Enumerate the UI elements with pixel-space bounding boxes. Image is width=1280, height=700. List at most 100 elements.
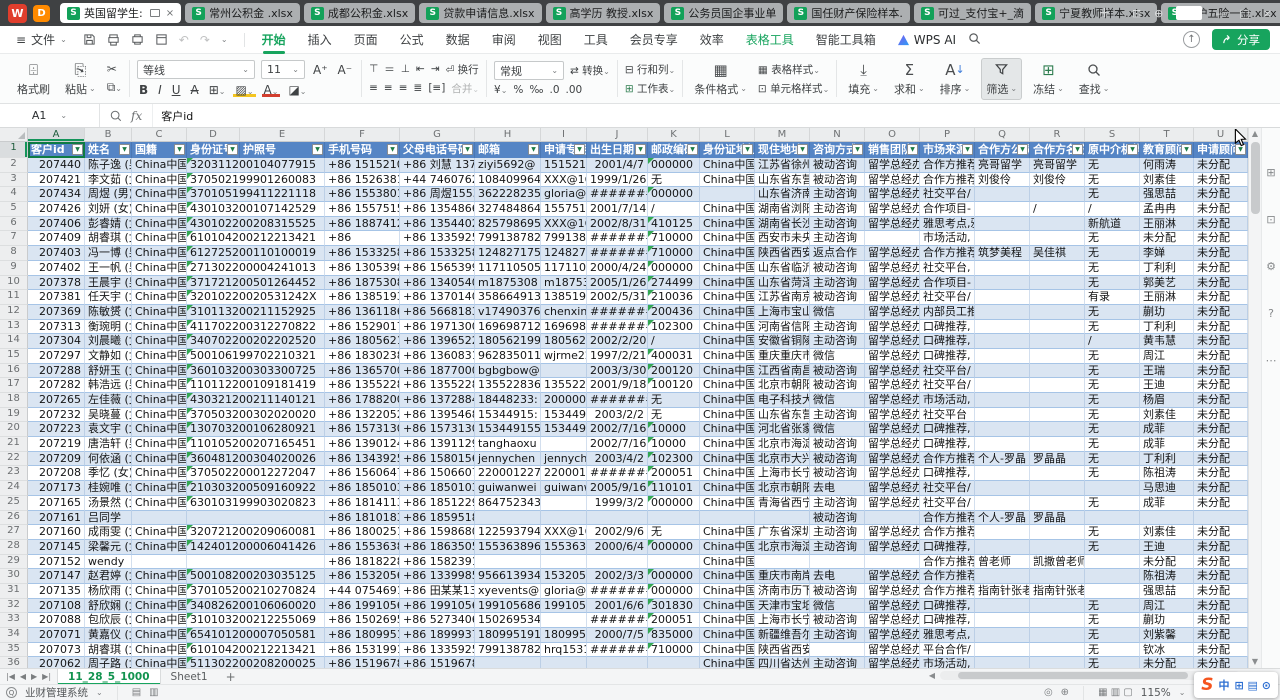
filter-dropdown-button[interactable]: ▼ xyxy=(528,144,539,155)
cell[interactable]: 2002/7/16 xyxy=(587,437,648,452)
column-letter-M[interactable]: M xyxy=(755,128,810,142)
cell[interactable]: China中国 xyxy=(700,422,755,437)
cell[interactable]: 李婵 xyxy=(1140,246,1194,261)
cell[interactable]: China中国 xyxy=(700,217,755,232)
cell[interactable]: 被动咨询 xyxy=(810,437,865,452)
cell[interactable]: 117110505 xyxy=(541,261,587,276)
cell[interactable]: 成雨雯 (女 xyxy=(85,525,132,540)
cell[interactable]: +86 1850103098 xyxy=(400,481,475,496)
cell[interactable]: 社交平台/ xyxy=(920,364,975,379)
cell[interactable]: 未分配 xyxy=(1140,657,1194,668)
cell[interactable] xyxy=(187,511,325,526)
cell[interactable]: 2005/9/16 xyxy=(587,481,648,496)
cell[interactable]: China中国 xyxy=(700,158,755,173)
increase-decimal-button[interactable]: .00 xyxy=(566,84,583,96)
cell[interactable]: 李文茹 (女 xyxy=(85,173,132,188)
cell[interactable]: China中国 xyxy=(700,246,755,261)
column-letter-H[interactable]: H xyxy=(475,128,541,142)
maximize-button[interactable]: □ xyxy=(1239,7,1249,20)
cell[interactable]: 北京市海淀 xyxy=(755,540,810,555)
minimize-button[interactable]: — xyxy=(1215,7,1226,20)
cell[interactable]: hrq153199 xyxy=(541,643,587,658)
increase-indent-icon[interactable]: ⇥ xyxy=(431,63,440,75)
column-letter-C[interactable]: C xyxy=(132,128,187,142)
column-letter-R[interactable]: R xyxy=(1030,128,1085,142)
cell[interactable]: 327484864 xyxy=(475,202,541,217)
cell[interactable]: 未分配 xyxy=(1194,202,1248,217)
cell[interactable]: / xyxy=(648,334,700,349)
cell[interactable]: China中国 xyxy=(132,231,187,246)
cell[interactable]: 无 xyxy=(1085,187,1140,202)
cell[interactable]: 成菲 xyxy=(1140,437,1194,452)
cell[interactable]: 河南省信阳 xyxy=(755,320,810,335)
column-header-B[interactable]: 姓名▼ xyxy=(85,142,132,158)
cell[interactable]: 郭美艺 xyxy=(1140,276,1194,291)
align-bottom-icon[interactable]: ⊥ xyxy=(401,63,410,75)
cell[interactable]: ######### xyxy=(587,246,648,261)
column-header-H[interactable]: 邮箱▼ xyxy=(475,142,541,158)
cell[interactable]: China中国 xyxy=(700,657,755,668)
cell[interactable] xyxy=(865,555,920,570)
cell[interactable]: 612725200110100019 xyxy=(187,246,325,261)
cell[interactable]: 王晨宇 (男 xyxy=(85,276,132,291)
cell[interactable]: 274499 xyxy=(648,276,700,291)
cell[interactable]: 黄韦慧 xyxy=(1140,334,1194,349)
cell[interactable]: +86 15536380 xyxy=(325,540,400,555)
cell[interactable]: 799138782 xyxy=(475,231,541,246)
cell[interactable]: China中国 xyxy=(132,393,187,408)
cell[interactable] xyxy=(1030,628,1085,643)
cell[interactable]: 未分配 xyxy=(1194,437,1248,452)
row-number[interactable]: 25 xyxy=(0,496,28,511)
cell[interactable]: 无 xyxy=(1085,305,1140,320)
cell[interactable]: 电子科技大 xyxy=(755,393,810,408)
cell[interactable]: China中国 xyxy=(132,422,187,437)
hscroll-left-arrow[interactable]: ◀ xyxy=(929,671,935,680)
panel-help-icon[interactable]: ? xyxy=(1268,307,1274,320)
column-header-F[interactable]: 手机号码▼ xyxy=(325,142,400,158)
cell[interactable]: 358664913 xyxy=(475,290,541,305)
cell[interactable]: China中国 xyxy=(700,334,755,349)
cell[interactable]: 100120 xyxy=(648,378,700,393)
cell[interactable] xyxy=(1030,569,1085,584)
cell[interactable]: 赵君婷 (女 xyxy=(85,569,132,584)
cell[interactable]: 季忆 (女) xyxy=(85,466,132,481)
cell[interactable]: 留学总经办 xyxy=(865,173,920,188)
cell[interactable]: xyevents@ xyxy=(475,584,541,599)
cell[interactable]: 刘妍 (女) xyxy=(85,202,132,217)
cell[interactable]: 207073 xyxy=(28,643,85,658)
cell[interactable]: 未分配 xyxy=(1194,452,1248,467)
row-number[interactable]: 6 xyxy=(0,217,28,232)
cell[interactable]: XXX@163. xyxy=(541,525,587,540)
cell[interactable] xyxy=(975,628,1030,643)
sheet-nav-arrow[interactable]: ▶ xyxy=(31,672,37,681)
insert-function-button[interactable]: fx xyxy=(131,109,142,123)
cell[interactable]: China中国 xyxy=(700,555,755,570)
cell[interactable]: 被动咨询 xyxy=(810,452,865,467)
column-header-E[interactable]: 护照号▼ xyxy=(240,142,325,158)
cell[interactable]: +86 15319918 xyxy=(325,643,400,658)
cell[interactable]: 207440 xyxy=(28,158,85,173)
cell[interactable]: 陈祖涛 xyxy=(1140,466,1194,481)
vertical-scrollbar-thumb[interactable] xyxy=(1251,142,1260,214)
cell[interactable]: jennychen xyxy=(541,452,587,467)
cell[interactable]: 207147 xyxy=(28,569,85,584)
cell[interactable]: 无 xyxy=(1085,364,1140,379)
cell[interactable]: 未分配 xyxy=(1194,364,1248,379)
menu-item-表格工具[interactable]: 表格工具 xyxy=(735,27,805,52)
column-letter-G[interactable]: G xyxy=(400,128,475,142)
cell[interactable] xyxy=(1085,481,1140,496)
cell[interactable]: 207288 xyxy=(28,364,85,379)
row-number[interactable]: 3 xyxy=(0,173,28,188)
cell[interactable]: 370105200210270824 xyxy=(187,584,325,599)
font-size-select[interactable]: 11⌄ xyxy=(261,60,305,79)
row-number[interactable]: 7 xyxy=(0,231,28,246)
cell[interactable]: 亮哥留学 xyxy=(975,158,1030,173)
cell[interactable]: 王瑞 xyxy=(1140,364,1194,379)
row-number[interactable]: 23 xyxy=(0,466,28,481)
file-menu[interactable]: ≡ 文件⌄ xyxy=(10,31,73,48)
cell[interactable]: China中国 xyxy=(132,466,187,481)
cell[interactable]: 825798695 xyxy=(475,217,541,232)
cell[interactable]: China中国 xyxy=(132,569,187,584)
cell[interactable]: 袁文宇 (女 xyxy=(85,422,132,437)
filter-dropdown-button[interactable]: ▼ xyxy=(119,144,130,155)
